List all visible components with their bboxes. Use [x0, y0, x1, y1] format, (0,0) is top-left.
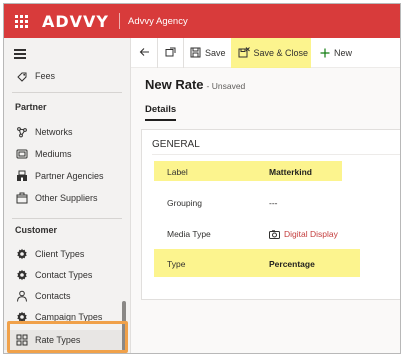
field-label-type: Type — [167, 259, 186, 269]
sidebar-item-contact-types[interactable]: Contact Types — [4, 265, 124, 285]
hamburger-menu-icon[interactable] — [14, 49, 26, 61]
save-label: Save — [205, 47, 226, 58]
top-bar: ADVVY Advvy Agency — [4, 4, 400, 38]
back-arrow-icon — [139, 47, 150, 59]
building-icon — [15, 170, 29, 182]
page-title: New Rate - Unsaved — [145, 77, 245, 92]
sidebar-item-label: Client Types — [35, 249, 85, 259]
sidebar-item-fees[interactable]: Fees — [4, 66, 124, 86]
gear-icon — [15, 269, 29, 281]
record-status: - Unsaved — [206, 81, 246, 91]
save-close-icon — [238, 47, 250, 58]
record-title: New Rate — [145, 77, 204, 92]
rate-types-highlight — [7, 321, 128, 353]
sidebar-item-label: Mediums — [35, 149, 72, 159]
media-type-lookup-link[interactable]: Digital Display — [269, 229, 338, 239]
sidebar-item-label: Fees — [35, 71, 56, 81]
brand-divider — [119, 13, 121, 29]
media-type-icon — [269, 229, 280, 239]
brand-logo: ADVVY — [42, 11, 110, 31]
section-title: GENERAL — [152, 139, 200, 150]
sidebar: Fees Partner Networks Mediums Partner Ag… — [4, 38, 131, 353]
app-name[interactable]: Advvy Agency — [128, 16, 188, 27]
sidebar-item-label: Partner Agencies — [35, 171, 104, 181]
sidebar-item-label: Other Suppliers — [35, 193, 98, 203]
app-window: ADVVY Advvy Agency Fees Partner Networks… — [3, 3, 401, 354]
plus-icon — [320, 48, 330, 58]
sidebar-item-label: Contacts — [35, 291, 71, 301]
app-launcher-icon[interactable] — [4, 4, 38, 38]
general-section: GENERAL Label Matterkind Grouping --- Me… — [141, 129, 400, 300]
label-field-value[interactable]: Matterkind — [269, 167, 312, 177]
sidebar-item-mediums[interactable]: Mediums — [4, 144, 124, 164]
sidebar-item-partner-agencies[interactable]: Partner Agencies — [4, 166, 124, 186]
tab-details[interactable]: Details — [145, 104, 176, 115]
sidebar-item-networks[interactable]: Networks — [4, 122, 124, 142]
network-icon — [15, 126, 29, 138]
command-bar: Save Save & Close New — [131, 37, 400, 68]
sidebar-item-label: Contact Types — [35, 270, 93, 280]
supplier-icon — [15, 192, 29, 204]
fees-icon — [15, 70, 29, 82]
media-type-value: Digital Display — [284, 229, 338, 239]
field-label-grouping: Grouping — [167, 198, 202, 208]
save-button[interactable]: Save — [183, 37, 232, 68]
save-and-close-button[interactable]: Save & Close — [232, 38, 315, 68]
medium-icon — [15, 148, 29, 160]
save-icon — [190, 47, 201, 58]
open-window-icon — [165, 47, 176, 59]
sidebar-item-other-suppliers[interactable]: Other Suppliers — [4, 188, 124, 208]
sidebar-item-contacts[interactable]: Contacts — [4, 286, 124, 306]
back-button[interactable] — [131, 38, 157, 68]
sidebar-item-client-types[interactable]: Client Types — [4, 244, 124, 264]
group-title-partner: Partner — [15, 102, 47, 112]
field-label-label: Label — [167, 167, 188, 177]
type-field-value[interactable]: Percentage — [269, 259, 315, 269]
save-close-label: Save & Close — [253, 47, 309, 58]
tab-active-underline — [145, 119, 176, 121]
field-label-media-type: Media Type — [167, 229, 211, 239]
gear-icon — [15, 248, 29, 260]
new-button[interactable]: New — [314, 38, 358, 68]
sidebar-divider — [12, 218, 122, 219]
grouping-field-value[interactable]: --- — [269, 198, 278, 208]
sidebar-item-label: Networks — [35, 127, 73, 137]
open-new-window-button[interactable] — [157, 37, 183, 68]
main-content: New Rate - Unsaved Details GENERAL Label … — [131, 68, 400, 353]
person-icon — [15, 290, 29, 302]
group-title-customer: Customer — [15, 225, 58, 235]
section-divider — [152, 154, 400, 155]
sidebar-divider — [12, 92, 122, 93]
new-label: New — [334, 47, 353, 58]
